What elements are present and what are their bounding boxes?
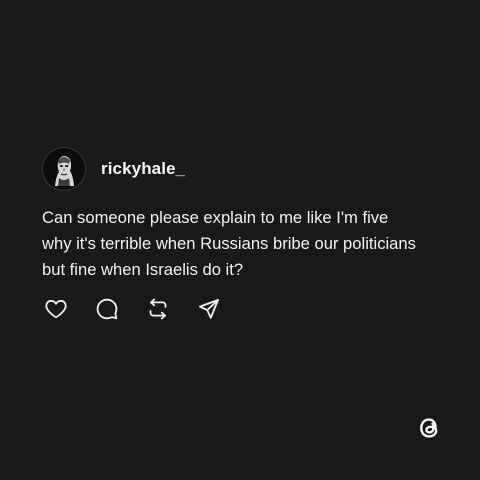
comment-button[interactable] [95, 297, 119, 321]
avatar[interactable] [42, 147, 86, 191]
repost-button[interactable] [146, 297, 170, 321]
repost-icon [149, 298, 167, 320]
post-text: Can someone please explain to me like I'… [42, 208, 416, 279]
heart-icon [45, 299, 67, 319]
username[interactable]: rickyhale_ [101, 159, 185, 179]
threads-post: rickyhale_ Can someone please explain to… [42, 147, 462, 320]
share-button[interactable] [197, 297, 221, 321]
avatar-portrait-icon [43, 148, 85, 190]
post-actions [44, 297, 248, 321]
threads-logo-icon [415, 414, 443, 442]
comment-icon [96, 298, 118, 320]
like-button[interactable] [44, 297, 68, 321]
share-icon [198, 299, 219, 319]
post-header: rickyhale_ [42, 147, 462, 191]
